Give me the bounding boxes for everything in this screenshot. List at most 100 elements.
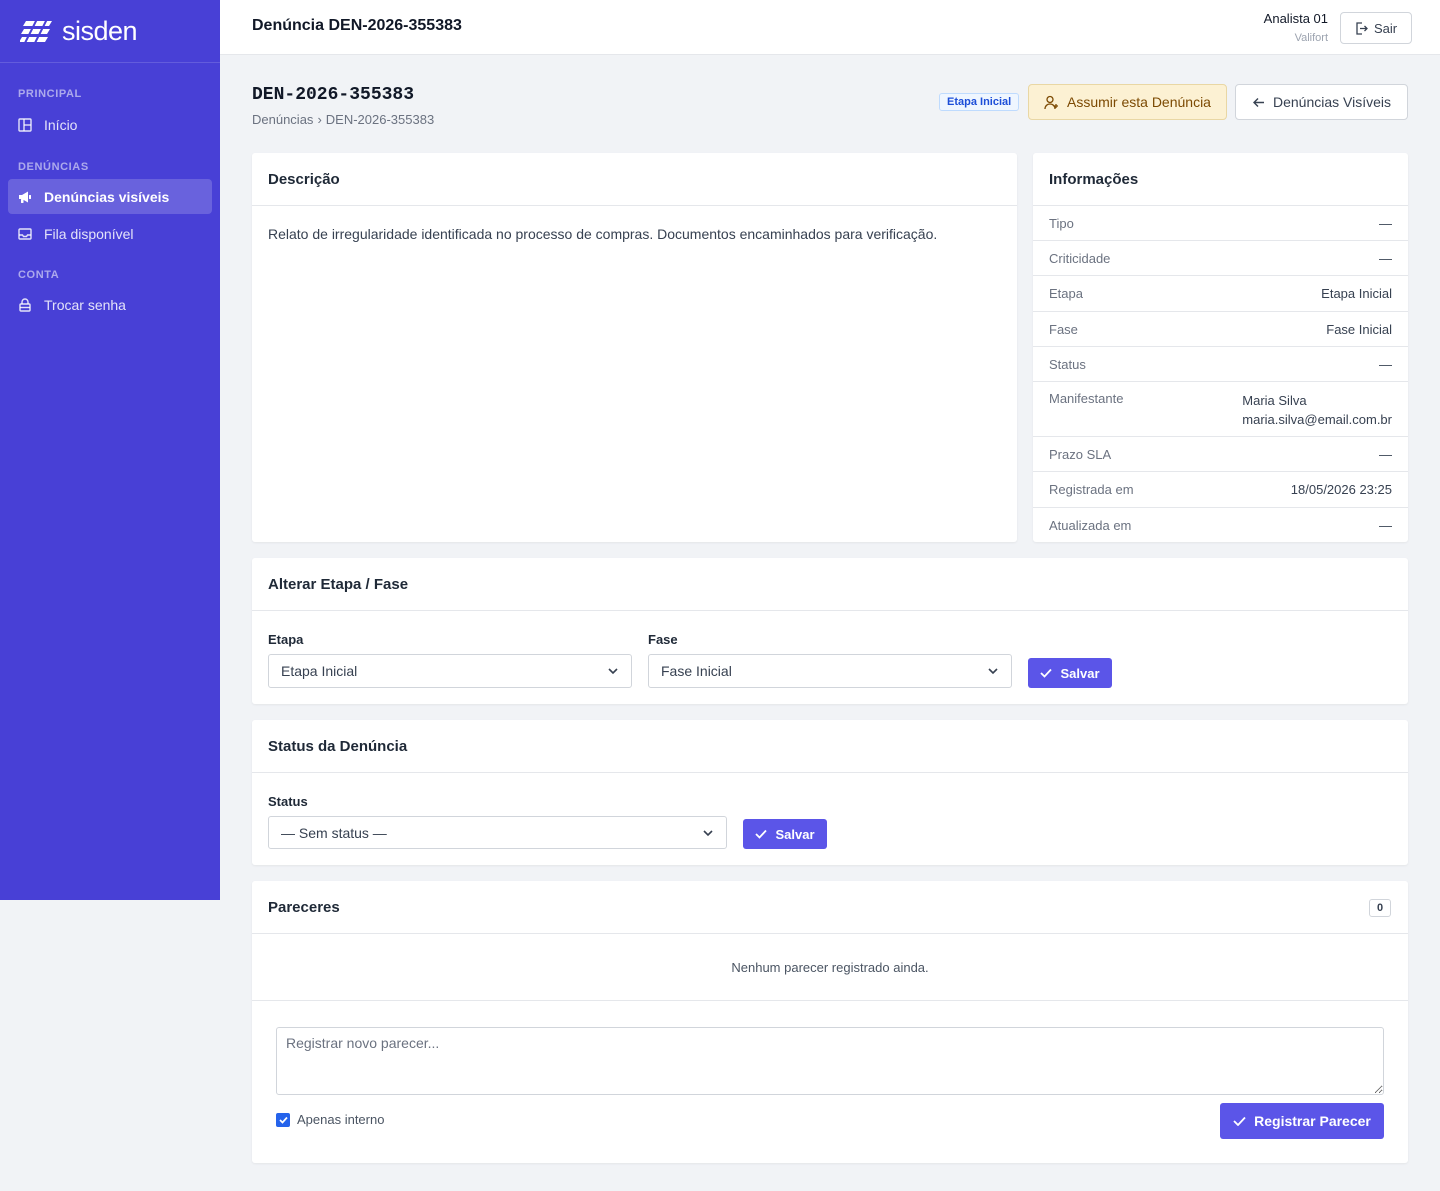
- breadcrumb: Denúncias › DEN-2026-355383: [252, 112, 434, 127]
- check-icon: [278, 1116, 288, 1124]
- assume-button[interactable]: Assumir esta Denúncia: [1028, 84, 1227, 120]
- nav-section-conta: CONTA: [18, 269, 60, 281]
- nav-section-denuncias: DENÚNCIAS: [18, 161, 89, 173]
- arrow-left-icon: [1252, 97, 1264, 107]
- logout-button[interactable]: Sair: [1340, 12, 1412, 44]
- manifestante-email: maria.silva@email.com.br: [1242, 412, 1392, 427]
- save-label: Salvar: [1060, 665, 1100, 681]
- logo-text: sisden: [62, 15, 138, 46]
- info-label: Registrada em: [1049, 482, 1134, 497]
- user-name: Analista 01: [1263, 11, 1328, 26]
- megaphone-icon: [19, 191, 31, 203]
- info-value: —: [1379, 446, 1392, 462]
- back-button[interactable]: Denúncias Visíveis: [1235, 84, 1408, 120]
- info-value: Etapa Inicial: [1321, 286, 1392, 301]
- info-value: 18/05/2026 23:25: [1290, 482, 1392, 497]
- info-row-etapa: Etapa Etapa Inicial: [1033, 276, 1408, 312]
- layout-icon: [18, 117, 32, 132]
- info-row-manifestante: Manifestante Maria Silva maria.silva@ema…: [1033, 382, 1408, 437]
- chevron-down-icon: [608, 668, 618, 675]
- internal-only-option[interactable]: Apenas interno: [276, 1112, 384, 1127]
- opinions-empty-message: Nenhum parecer registrado ainda.: [252, 934, 1408, 1001]
- user-org: Valifort: [1294, 32, 1328, 44]
- breadcrumb-separator: ›: [317, 112, 322, 127]
- info-value: —: [1379, 356, 1392, 372]
- topbar: Denúncia DEN-2026-355383 Analista 01 Val…: [220, 0, 1440, 55]
- logo-icon: [20, 19, 52, 43]
- info-row-registrada: Registrada em 18/05/2026 23:25: [1033, 472, 1408, 508]
- lock-icon: [19, 297, 31, 312]
- info-label: Prazo SLA: [1049, 446, 1112, 462]
- register-opinion-button[interactable]: Registrar Parecer: [1220, 1103, 1384, 1139]
- sidebar-item-trocar-senha[interactable]: Trocar senha: [8, 287, 212, 322]
- logout-icon: [1356, 21, 1368, 35]
- status-select[interactable]: — Sem status —: [268, 816, 727, 849]
- opinions-title: Pareceres: [268, 898, 340, 916]
- new-opinion-textarea[interactable]: [276, 1027, 1384, 1095]
- etapa-label: Etapa: [268, 632, 304, 647]
- info-label: Fase: [1049, 321, 1078, 337]
- stage-badge: Etapa Inicial: [939, 93, 1020, 111]
- assume-label: Assumir esta Denúncia: [1067, 94, 1211, 110]
- info-label: Tipo: [1049, 215, 1074, 231]
- info-value: Fase Inicial: [1326, 321, 1392, 337]
- sidebar: sisden PRINCIPAL Início DENÚNCIAS Denúnc…: [0, 0, 220, 900]
- chevron-down-icon: [988, 668, 998, 675]
- user-plus-icon: [1044, 95, 1059, 109]
- logout-label: Sair: [1373, 20, 1398, 36]
- sidebar-item-label: Denúncias visíveis: [44, 188, 170, 205]
- inbox-icon: [18, 227, 32, 240]
- info-value: —: [1379, 250, 1392, 266]
- nav-section-principal: PRINCIPAL: [18, 88, 82, 100]
- info-label: Criticidade: [1049, 250, 1111, 266]
- sidebar-item-label: Fila disponível: [44, 225, 134, 242]
- status-select-value: — Sem status —: [281, 824, 387, 841]
- description-text: Relato de irregularidade identificada no…: [268, 226, 938, 242]
- breadcrumb-current: DEN-2026-355383: [325, 112, 435, 127]
- sidebar-item-inicio[interactable]: Início: [8, 107, 212, 142]
- sidebar-item-label: Trocar senha: [44, 296, 126, 313]
- info-row-atualizada: Atualizada em —: [1033, 508, 1408, 542]
- sidebar-item-fila-disponivel[interactable]: Fila disponível: [8, 216, 212, 251]
- internal-only-label: Apenas interno: [297, 1112, 385, 1127]
- save-status-button[interactable]: Salvar: [743, 819, 827, 849]
- internal-only-checkbox[interactable]: [276, 1112, 290, 1127]
- fase-label: Fase: [648, 632, 678, 647]
- info-row-prazo: Prazo SLA —: [1033, 437, 1408, 472]
- change-stage-card: Alterar Etapa / Fase Etapa Etapa Inicial…: [252, 558, 1408, 704]
- check-icon: [755, 829, 768, 839]
- save-label: Salvar: [775, 826, 815, 842]
- save-stage-button[interactable]: Salvar: [1028, 658, 1112, 688]
- sidebar-item-label: Início: [44, 116, 78, 133]
- check-icon: [1040, 668, 1053, 678]
- opinions-count-badge: 0: [1369, 899, 1391, 917]
- info-row-fase: Fase Fase Inicial: [1033, 312, 1408, 347]
- manifestante-block: Maria Silva maria.silva@email.com.br: [1242, 391, 1392, 429]
- info-card: Informações Tipo — Criticidade — Etapa E…: [1033, 153, 1408, 542]
- breadcrumb-link[interactable]: Denúncias: [252, 112, 313, 127]
- page-title: Denúncia DEN-2026-355383: [252, 17, 462, 34]
- fase-select-value: Fase Inicial: [661, 663, 732, 679]
- etapa-select[interactable]: Etapa Inicial: [268, 654, 632, 688]
- description-title: Descrição: [252, 153, 1017, 206]
- info-value: —: [1379, 517, 1392, 533]
- chevron-down-icon: [703, 830, 713, 837]
- etapa-select-value: Etapa Inicial: [281, 663, 358, 679]
- info-label: Manifestante: [1049, 391, 1124, 406]
- status-label: Status: [268, 794, 308, 809]
- logo[interactable]: sisden: [0, 0, 220, 63]
- description-card: Descrição Relato de irregularidade ident…: [252, 153, 1017, 542]
- info-title: Informações: [1033, 153, 1408, 206]
- status-title: Status da Denúncia: [252, 720, 1408, 773]
- info-label: Status: [1049, 356, 1086, 372]
- opinions-header: Pareceres 0: [252, 881, 1408, 934]
- info-row-tipo: Tipo —: [1033, 206, 1408, 241]
- sidebar-item-denuncias-visiveis[interactable]: Denúncias visíveis: [8, 179, 212, 214]
- info-label: Etapa: [1049, 286, 1083, 301]
- info-row-status: Status —: [1033, 347, 1408, 382]
- info-value: —: [1379, 215, 1392, 231]
- manifestante-name: Maria Silva: [1242, 393, 1307, 408]
- change-stage-title: Alterar Etapa / Fase: [252, 558, 1408, 611]
- info-label: Atualizada em: [1049, 517, 1132, 533]
- fase-select[interactable]: Fase Inicial: [648, 654, 1012, 688]
